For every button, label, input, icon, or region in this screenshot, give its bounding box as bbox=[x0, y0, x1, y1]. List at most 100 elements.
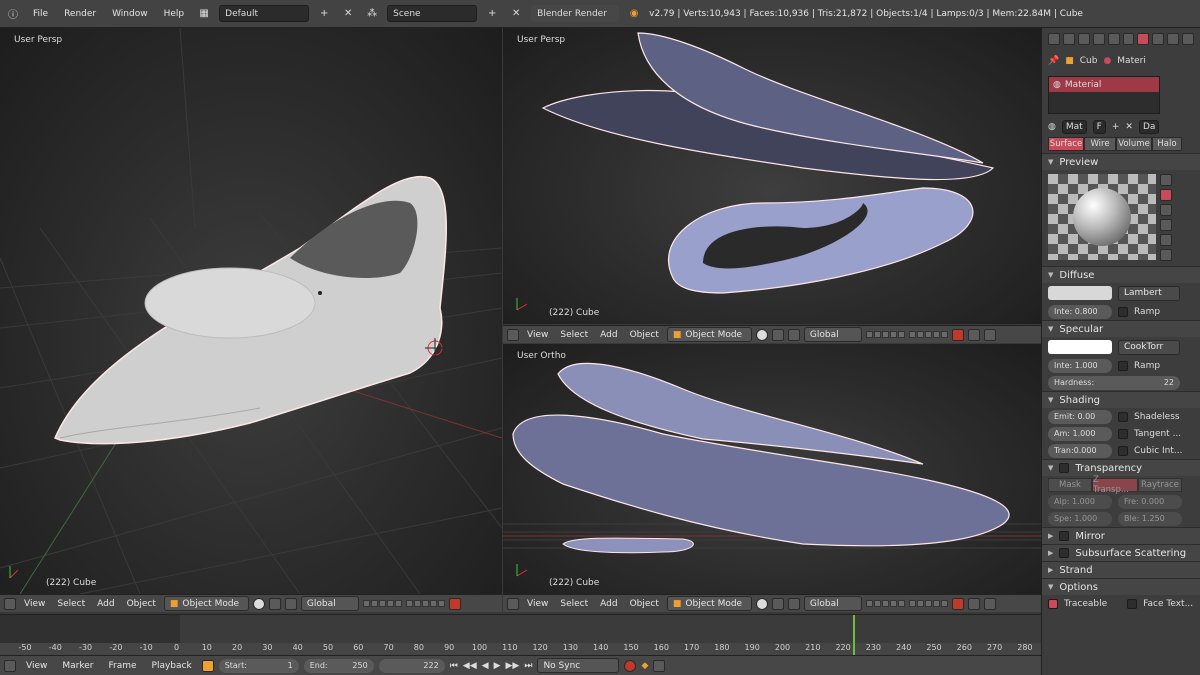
specular-ramp-checkbox[interactable] bbox=[1118, 360, 1128, 371]
data-link-select[interactable]: Da bbox=[1138, 119, 1160, 134]
viewport-bottom-right[interactable]: User Ortho (222) Cube bbox=[503, 344, 1041, 594]
diffuse-intensity-field[interactable]: Inte: 0.800 bbox=[1048, 304, 1112, 319]
current-frame-field[interactable]: 222 bbox=[378, 658, 445, 673]
screen-layout-icon[interactable]: ▦ bbox=[195, 5, 213, 23]
vh2-view[interactable]: View bbox=[523, 327, 552, 343]
shading-panel-header[interactable]: ▼ Shading bbox=[1042, 391, 1200, 408]
render-engine-selector[interactable]: Blender Render bbox=[531, 5, 620, 22]
cubic-checkbox[interactable] bbox=[1118, 445, 1128, 456]
alpha-field[interactable]: Alp: 1.000 bbox=[1048, 494, 1112, 509]
menu-help[interactable]: Help bbox=[159, 5, 190, 23]
physics-tab-icon[interactable] bbox=[1182, 33, 1195, 45]
sss-panel-header[interactable]: ▶ Subsurface Scattering bbox=[1042, 544, 1200, 561]
vh1-object[interactable]: Object bbox=[123, 596, 160, 612]
play-reverse-icon[interactable]: ◀ bbox=[482, 661, 489, 671]
hardness-field[interactable]: Hardness: 22 bbox=[1048, 375, 1180, 390]
vh3-layers-2[interactable] bbox=[908, 600, 948, 607]
next-key-icon[interactable]: ▶▶ bbox=[505, 661, 519, 671]
opengl-render-icon[interactable] bbox=[967, 597, 980, 610]
mirror-checkbox[interactable] bbox=[1059, 531, 1070, 541]
pivot-icon[interactable] bbox=[771, 328, 784, 341]
data-tab-icon[interactable] bbox=[1122, 33, 1135, 45]
tangent-checkbox[interactable] bbox=[1118, 428, 1128, 439]
specular-shader-select[interactable]: CookTorr bbox=[1118, 339, 1180, 355]
vh2-add[interactable]: Add bbox=[596, 327, 621, 343]
current-frame-indicator[interactable] bbox=[853, 615, 855, 655]
vh1-add[interactable]: Add bbox=[93, 596, 118, 612]
options-panel-header[interactable]: ▼ Options bbox=[1042, 578, 1200, 595]
vh3-object[interactable]: Object bbox=[626, 596, 663, 612]
tab-volume[interactable]: Volume bbox=[1116, 137, 1152, 151]
preview-monkey-icon[interactable] bbox=[1160, 219, 1172, 231]
vh3-orientation-select[interactable]: Global bbox=[803, 596, 862, 611]
strand-panel-header[interactable]: ▶ Strand bbox=[1042, 561, 1200, 578]
preview-hair-icon[interactable] bbox=[1160, 234, 1172, 246]
add-material-icon[interactable]: + bbox=[1112, 122, 1120, 132]
preview-range-icon[interactable] bbox=[201, 659, 214, 672]
vh3-add[interactable]: Add bbox=[596, 596, 621, 612]
render-tab-icon[interactable] bbox=[1048, 33, 1060, 45]
editor-type-icon[interactable] bbox=[4, 659, 16, 672]
add-scene-icon[interactable]: + bbox=[483, 5, 501, 23]
tl-playback[interactable]: Playback bbox=[147, 657, 197, 675]
jump-start-icon[interactable]: ⏮ bbox=[450, 661, 458, 671]
specular-color-swatch[interactable] bbox=[1048, 340, 1112, 354]
vh1-view[interactable]: View bbox=[20, 596, 49, 612]
pin-icon[interactable]: 📌 bbox=[1048, 56, 1059, 66]
render-lock-icon[interactable] bbox=[951, 597, 964, 610]
world-tab-icon[interactable] bbox=[1077, 33, 1090, 45]
snap-icon[interactable] bbox=[983, 328, 996, 341]
snap-icon[interactable] bbox=[983, 597, 996, 610]
opengl-render-icon[interactable] bbox=[967, 328, 980, 341]
vh2-select[interactable]: Select bbox=[556, 327, 592, 343]
remove-screen-icon[interactable]: ✕ bbox=[339, 5, 357, 23]
record-icon[interactable] bbox=[624, 659, 637, 672]
play-icon[interactable]: ▶ bbox=[494, 661, 501, 671]
add-screen-icon[interactable]: + bbox=[315, 5, 333, 23]
sync-mode-select[interactable]: No Sync bbox=[537, 658, 620, 673]
object-tab-icon[interactable] bbox=[1092, 33, 1105, 45]
vh1-mode-select[interactable]: ■ Object Mode bbox=[163, 596, 249, 611]
vh2-layers[interactable] bbox=[865, 331, 905, 338]
blend-field[interactable]: Ble: 1.250 bbox=[1118, 511, 1182, 526]
specular-panel-header[interactable]: ▼ Specular bbox=[1042, 320, 1200, 337]
tl-marker[interactable]: Marker bbox=[57, 657, 98, 675]
editor-type-icon[interactable] bbox=[507, 328, 519, 341]
tab-wire[interactable]: Wire bbox=[1084, 137, 1116, 151]
preview-flat-icon[interactable] bbox=[1160, 174, 1172, 186]
material-browse-icon[interactable]: ◍ bbox=[1048, 122, 1056, 132]
shading-icon[interactable] bbox=[755, 328, 768, 341]
scene-selector[interactable]: Scene bbox=[387, 5, 478, 22]
vh2-orientation-select[interactable]: Global bbox=[803, 327, 862, 342]
menu-render[interactable]: Render bbox=[59, 5, 101, 23]
remove-scene-icon[interactable]: ✕ bbox=[507, 5, 525, 23]
tl-view[interactable]: View bbox=[21, 657, 52, 675]
vh1-layers[interactable] bbox=[362, 600, 402, 607]
viewport-left[interactable]: User Persp (222) Cube bbox=[0, 28, 502, 594]
shadeless-checkbox[interactable] bbox=[1118, 411, 1128, 422]
transp-raytrace-button[interactable]: Raytrace bbox=[1138, 477, 1182, 492]
screen-selector[interactable]: Default bbox=[219, 5, 310, 22]
preview-cube-icon[interactable] bbox=[1160, 204, 1172, 216]
render-lock-icon[interactable] bbox=[448, 597, 461, 610]
info-editor-icon[interactable]: ⓘ bbox=[4, 5, 22, 23]
shading-icon[interactable] bbox=[252, 597, 265, 610]
transp-ztransp-button[interactable]: Z Transp... bbox=[1092, 475, 1138, 495]
render-lock-icon[interactable] bbox=[951, 328, 964, 341]
start-frame-field[interactable]: Start: 1 bbox=[218, 658, 299, 673]
preview-panel-header[interactable]: ▼ Preview bbox=[1042, 153, 1200, 170]
fake-user-toggle[interactable]: F bbox=[1092, 119, 1106, 134]
manipulator-icon[interactable] bbox=[787, 328, 800, 341]
vh3-mode-select[interactable]: ■ Object Mode bbox=[666, 596, 752, 611]
translucency-field[interactable]: Tran:0.000 bbox=[1048, 443, 1112, 458]
diffuse-panel-header[interactable]: ▼ Diffuse bbox=[1042, 266, 1200, 283]
preview-sphere-icon[interactable] bbox=[1160, 189, 1172, 201]
jump-end-icon[interactable]: ⏭ bbox=[524, 661, 532, 671]
vh1-layers-2[interactable] bbox=[405, 600, 445, 607]
prev-key-icon[interactable]: ◀◀ bbox=[463, 661, 477, 671]
transparency-panel-header[interactable]: ▼ Transparency bbox=[1042, 459, 1200, 476]
menu-file[interactable]: File bbox=[28, 5, 53, 23]
tl-frame[interactable]: Frame bbox=[103, 657, 141, 675]
diffuse-shader-select[interactable]: Lambert bbox=[1118, 285, 1180, 301]
manipulator-icon[interactable] bbox=[284, 597, 297, 610]
